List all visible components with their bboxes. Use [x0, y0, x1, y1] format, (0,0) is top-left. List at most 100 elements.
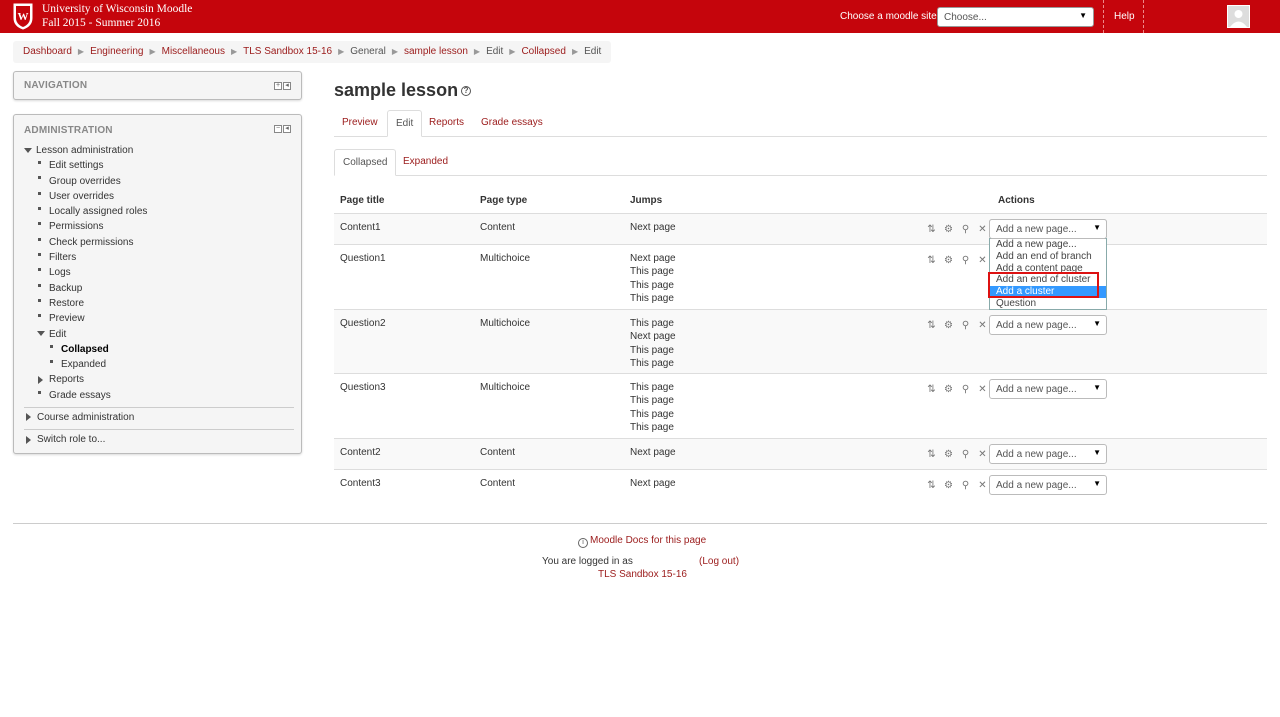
tree-label: Filters — [49, 252, 77, 264]
dock-icon[interactable]: + — [274, 82, 282, 90]
add-page-select-open[interactable]: Add a new page... ▼ — [989, 219, 1107, 239]
site-title-line2: Fall 2015 - Summer 2016 — [42, 17, 161, 29]
preview-icon[interactable]: ⚲ — [959, 224, 972, 235]
jumps-cell: Next page This page This page This page — [630, 252, 676, 305]
tree-item-restore[interactable]: Restore — [24, 296, 294, 311]
tree-item-group-overrides[interactable]: Group overrides — [24, 174, 294, 189]
tree-node-lesson-administration[interactable]: Lesson administration — [24, 143, 294, 158]
tree-item-grade-essays[interactable]: Grade essays — [24, 388, 294, 403]
page-title-link[interactable]: Content1 — [340, 221, 381, 234]
tab-edit[interactable]: Edit — [387, 110, 423, 137]
page-title-link[interactable]: Content2 — [340, 446, 381, 459]
dropdown-option[interactable]: Question — [990, 298, 1106, 310]
tab-grade-essays[interactable]: Grade essays — [473, 110, 551, 137]
tree-item-check-permissions[interactable]: Check permissions — [24, 235, 294, 250]
breadcrumb-miscellaneous[interactable]: Miscellaneous — [162, 46, 225, 57]
choose-site-select[interactable]: Choose... ▼ — [937, 7, 1094, 27]
delete-icon[interactable]: ✕ — [976, 255, 989, 266]
page-type: Content — [480, 478, 516, 489]
delete-icon[interactable]: ✕ — [976, 384, 989, 395]
breadcrumb-course[interactable]: TLS Sandbox 15-16 — [243, 46, 332, 57]
tree-item-preview[interactable]: Preview — [24, 311, 294, 326]
tree-node-reports[interactable]: Reports — [24, 372, 294, 387]
tree-label: Permissions — [49, 221, 104, 233]
gear-icon[interactable]: ⚙ — [942, 320, 955, 331]
breadcrumb-separator-icon: ▶ — [473, 47, 481, 56]
gear-icon[interactable]: ⚙ — [942, 384, 955, 395]
gear-icon[interactable]: ⚙ — [942, 255, 955, 266]
move-icon[interactable]: ⇅ — [925, 384, 938, 395]
tree-label: User overrides — [49, 190, 115, 202]
hide-block-icon[interactable]: ◂ — [283, 82, 291, 90]
preview-icon[interactable]: ⚲ — [959, 384, 972, 395]
help-link[interactable]: Help — [1114, 11, 1135, 22]
tab-collapsed[interactable]: Collapsed — [334, 149, 397, 176]
tree-item-collapsed[interactable]: Collapsed — [24, 342, 294, 357]
tab-preview[interactable]: Preview — [334, 110, 386, 137]
preview-icon[interactable]: ⚲ — [959, 320, 972, 331]
user-avatar[interactable] — [1227, 5, 1250, 28]
tree-item-user-overrides[interactable]: User overrides — [24, 189, 294, 204]
page-title-link[interactable]: Question2 — [340, 317, 386, 330]
page-title-link[interactable]: Content3 — [340, 477, 381, 490]
course-link[interactable]: TLS Sandbox 15-16 — [598, 569, 687, 580]
add-page-select[interactable]: Add a new page... ▼ — [989, 475, 1107, 495]
tree-node-edit[interactable]: Edit — [24, 327, 294, 342]
breadcrumb-separator-icon: ▶ — [391, 47, 398, 56]
tab-expanded[interactable]: Expanded — [395, 149, 456, 176]
breadcrumb-dashboard[interactable]: Dashboard — [23, 46, 72, 57]
site-title[interactable]: University of Wisconsin Moodle Fall 2015… — [42, 2, 192, 30]
administration-block-title[interactable]: ADMINISTRATION — [24, 125, 113, 136]
tree-item-expanded[interactable]: Expanded — [24, 357, 294, 372]
moodle-docs-link[interactable]: i Moodle Docs for this page — [578, 535, 706, 548]
tab-reports[interactable]: Reports — [421, 110, 472, 137]
dropdown-arrow-icon: ▼ — [1093, 223, 1101, 232]
move-icon[interactable]: ⇅ — [925, 320, 938, 331]
add-page-select[interactable]: Add a new page... ▼ — [989, 444, 1107, 464]
breadcrumb: Dashboard ▶ Engineering ▶ Miscellaneous ▶ TLS … — [13, 41, 612, 63]
dropdown-arrow-icon: ▼ — [1093, 383, 1101, 392]
move-icon[interactable]: ⇅ — [925, 480, 938, 491]
breadcrumb-lesson[interactable]: sample lesson — [404, 46, 468, 57]
tree-node-course-administration[interactable]: Course administration — [24, 410, 294, 425]
breadcrumb-collapsed[interactable]: Collapsed — [521, 46, 565, 57]
gear-icon[interactable]: ⚙ — [942, 480, 955, 491]
page-type: Multichoice — [480, 253, 531, 264]
tree-label: Reports — [49, 374, 85, 386]
delete-icon[interactable]: ✕ — [976, 320, 989, 331]
preview-icon[interactable]: ⚲ — [959, 480, 972, 491]
navigation-block-title[interactable]: NAVIGATION — [24, 80, 87, 91]
preview-icon[interactable]: ⚲ — [959, 449, 972, 460]
page-title-link[interactable]: Question3 — [340, 381, 386, 394]
preview-icon[interactable]: ⚲ — [959, 255, 972, 266]
collapse-icon[interactable]: − — [274, 125, 282, 133]
delete-icon[interactable]: ✕ — [976, 224, 989, 235]
tree-item-locally-assigned-roles[interactable]: Locally assigned roles — [24, 204, 294, 219]
move-icon[interactable]: ⇅ — [925, 224, 938, 235]
move-icon[interactable]: ⇅ — [925, 449, 938, 460]
delete-icon[interactable]: ✕ — [976, 449, 989, 460]
page-title-link[interactable]: Question1 — [340, 252, 386, 265]
help-icon[interactable]: ? — [461, 86, 472, 97]
breadcrumb-engineering[interactable]: Engineering — [90, 46, 143, 57]
tree-item-filters[interactable]: Filters — [24, 250, 294, 265]
tree-item-permissions[interactable]: Permissions — [24, 219, 294, 234]
hide-block-icon[interactable]: ◂ — [283, 125, 291, 133]
add-page-select-value: Add a new page... — [996, 224, 1077, 235]
dropdown-option[interactable]: Add an end of branch — [990, 251, 1106, 263]
gear-icon[interactable]: ⚙ — [942, 449, 955, 460]
delete-icon[interactable]: ✕ — [976, 480, 989, 491]
move-icon[interactable]: ⇅ — [925, 255, 938, 266]
add-page-select[interactable]: Add a new page... ▼ — [989, 315, 1107, 335]
tree-item-logs[interactable]: Logs — [24, 265, 294, 280]
tree-node-switch-role[interactable]: Switch role to... — [24, 432, 294, 447]
tree-item-backup[interactable]: Backup — [24, 281, 294, 296]
uw-crest-logo[interactable]: W — [12, 2, 34, 30]
logout-link[interactable]: (Log out) — [699, 556, 739, 567]
tree-item-edit-settings[interactable]: Edit settings — [24, 158, 294, 173]
tree-label: Preview — [49, 313, 85, 325]
add-page-select[interactable]: Add a new page... ▼ — [989, 379, 1107, 399]
row-actions: ⇅ ⚙ ⚲ ✕ — [925, 255, 989, 266]
dropdown-option[interactable]: Add a new page... — [990, 239, 1106, 251]
gear-icon[interactable]: ⚙ — [942, 224, 955, 235]
